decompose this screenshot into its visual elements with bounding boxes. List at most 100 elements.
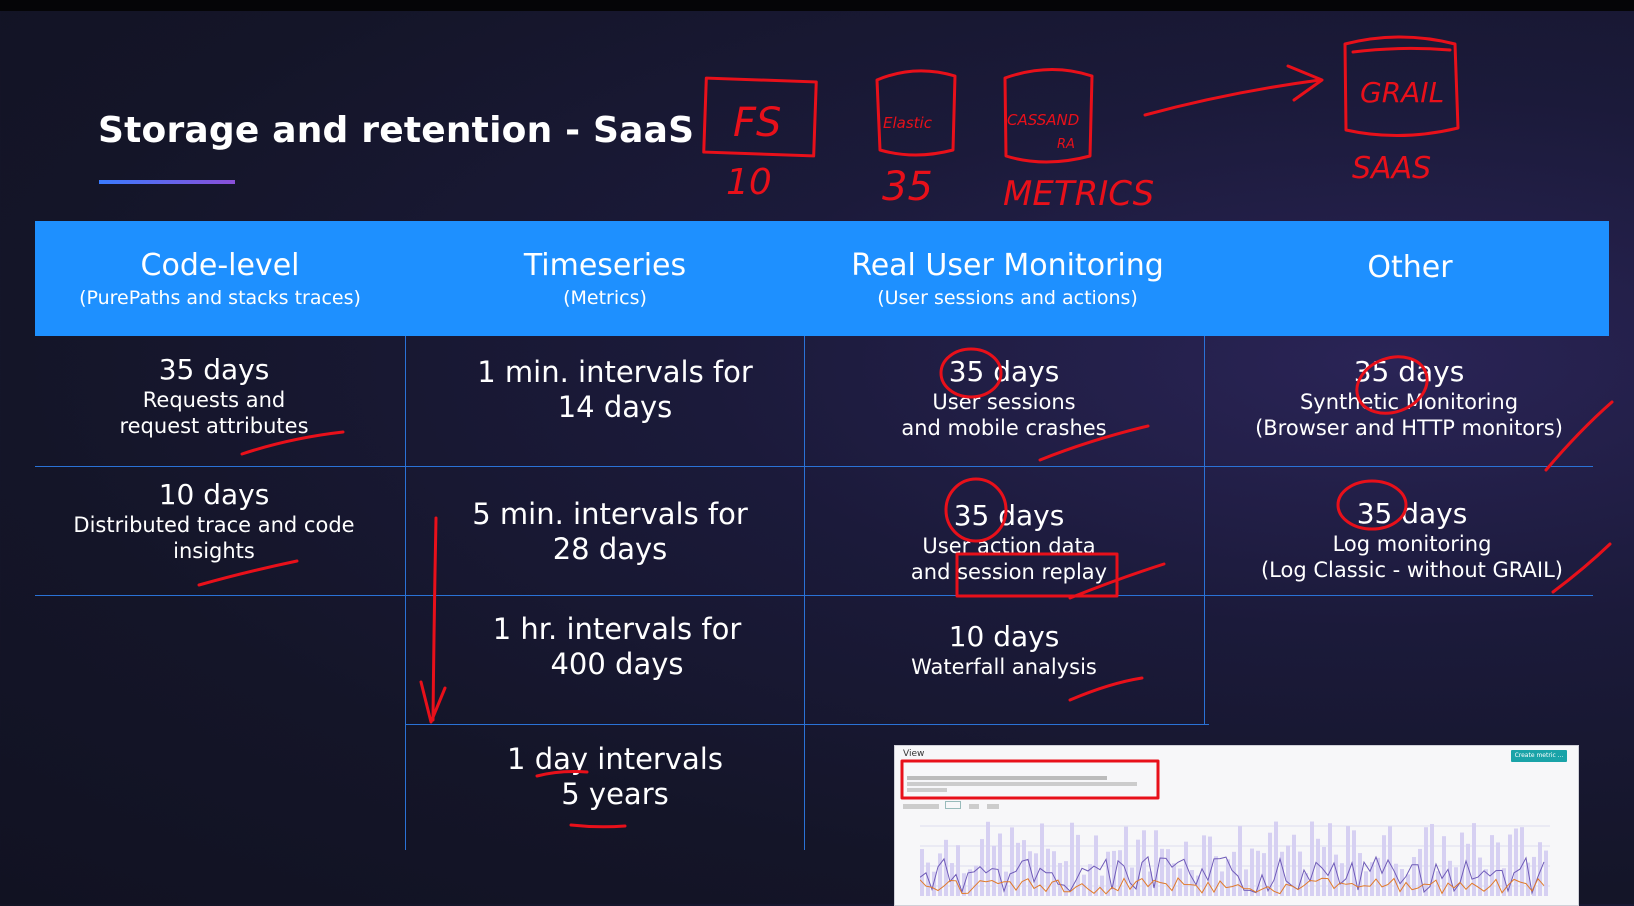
thumbnail-bar [992, 845, 996, 896]
retention-desc: Waterfall analysis [911, 655, 1097, 679]
header-code-level-title: Code-level [140, 248, 300, 283]
header-code-level: Code-level (PurePaths and stacks traces) [35, 221, 405, 336]
thumbnail-bar [1172, 863, 1176, 896]
thumbnail-bar [1412, 857, 1416, 896]
annotation-fs-number: 10 [726, 162, 772, 203]
annotation-cassandra-2: RA [1057, 137, 1075, 152]
other-cell-1: 35 days Synthetic Monitoring (Browser an… [1204, 355, 1614, 441]
thumbnail-bar [1256, 850, 1260, 896]
code-level-cell-2: 10 days Distributed trace and code insig… [35, 478, 393, 564]
thumbnail-bar [1508, 834, 1512, 896]
header-code-level-subtitle: (PurePaths and stacks traces) [79, 287, 361, 309]
interval-text: 400 days [550, 647, 684, 681]
header-other: Other [1210, 221, 1610, 336]
grid-line [405, 724, 1209, 725]
retention-days: 10 days [158, 478, 270, 511]
thumbnail-bar [1142, 830, 1146, 896]
arrow-to-grail [1143, 78, 1322, 117]
retention-desc: insights [173, 539, 255, 563]
thumbnail-bar [1160, 848, 1164, 896]
interval-text: 1 hr. intervals for [492, 612, 742, 646]
thumbnail-create-button: Create metric ... [1511, 750, 1567, 762]
rum-cell-3: 10 days Waterfall analysis [804, 620, 1204, 680]
annotation-grail: GRAIL [1360, 76, 1444, 109]
thumbnail-bar [1274, 821, 1278, 896]
interval-text: 14 days [557, 390, 673, 424]
underline [197, 559, 299, 587]
thumbnail-bar [1514, 828, 1518, 896]
thumbnail-view-label: View [903, 749, 925, 759]
retention-desc: User sessions [932, 390, 1076, 414]
top-bar [0, 0, 1634, 11]
interval-text: 5 min. intervals for [472, 497, 748, 531]
thumbnail-tabs [903, 801, 999, 811]
header-rum-subtitle: (User sessions and actions) [877, 287, 1138, 309]
timeseries-cell-4: 1 day intervals 5 years [405, 742, 825, 812]
retention-desc: Distributed trace and code [73, 513, 355, 537]
timeseries-cell-2: 5 min. intervals for 28 days [405, 497, 815, 567]
annotation-metrics: METRICS [1003, 174, 1154, 214]
thumbnail-bar [1094, 835, 1098, 896]
rum-cell-1: 35 days User sessions and mobile crashes [804, 355, 1204, 441]
thumbnail-bar [1280, 851, 1284, 896]
interval-text: 1 min. intervals for [477, 355, 753, 389]
retention-days: 35 days [1353, 355, 1465, 388]
slide-title: Storage and retention - SaaS [98, 110, 695, 151]
retention-days: 35 days [948, 355, 1060, 388]
retention-desc: (Browser and HTTP monitors) [1255, 416, 1563, 440]
thumbnail-bar [1346, 826, 1350, 896]
thumbnail-bar [1490, 835, 1494, 896]
thumbnail-bar [1166, 849, 1170, 896]
thumbnail-bar [1100, 875, 1104, 896]
interval-text: 5 years [561, 777, 669, 811]
thumbnail-info-text [907, 774, 1153, 794]
interval-text: 1 day intervals [507, 742, 723, 776]
retention-desc: and mobile crashes [901, 416, 1107, 440]
timeseries-cell-3: 1 hr. intervals for 400 days [405, 612, 829, 682]
retention-desc: User action data [922, 534, 1096, 558]
thumbnail-bar [986, 821, 990, 896]
thumbnail-chart [920, 821, 1550, 896]
embedded-screenshot: View Create metric ... [894, 745, 1579, 906]
header-rum-title: Real User Monitoring [851, 248, 1164, 283]
thumbnail-bar [1316, 838, 1320, 896]
thumbnail-bar [1004, 871, 1008, 896]
thumbnail-bar [920, 849, 924, 896]
grid-line [35, 466, 1593, 467]
thumbnail-bar [1340, 863, 1344, 896]
grid-line [35, 595, 1593, 596]
cassandra-cylinder [1003, 68, 1094, 164]
retention-desc: and session replay [910, 560, 1108, 584]
retention-desc: (Log Classic - without GRAIL) [1260, 558, 1564, 582]
thumbnail-bar [1424, 827, 1428, 896]
annotation-cassandra-1: CASSAND [1007, 111, 1079, 129]
thumbnail-bar [1022, 840, 1026, 896]
other-cell-2: 35 days Log monitoring (Log Classic - wi… [1204, 497, 1620, 583]
thumbnail-bar [1064, 861, 1068, 896]
retention-days: 35 days [953, 499, 1065, 532]
thumbnail-bar [1244, 869, 1248, 896]
header-timeseries: Timeseries (Metrics) [405, 221, 805, 336]
annotation-fs: FS [733, 100, 781, 146]
thumbnail-bar [1124, 826, 1128, 896]
thumbnail-bar [1310, 821, 1314, 896]
arrow-head [1286, 64, 1324, 102]
thumbnail-bar [1544, 850, 1548, 896]
annotation-saas: SAAS [1352, 151, 1431, 186]
thumbnail-bar [1262, 853, 1266, 896]
thumbnail-bar [998, 833, 1002, 896]
retention-desc: request attributes [119, 414, 309, 438]
header-other-title: Other [1367, 250, 1453, 285]
timeseries-cell-1: 1 min. intervals for 14 days [405, 355, 825, 425]
title-underline [99, 180, 235, 184]
header-rum: Real User Monitoring (User sessions and … [805, 221, 1210, 336]
header-timeseries-subtitle: (Metrics) [563, 287, 647, 309]
table-header: Code-level (PurePaths and stacks traces)… [35, 221, 1609, 336]
retention-days: 10 days [948, 620, 1060, 653]
retention-desc: Log monitoring [1332, 532, 1492, 556]
thumbnail-bar [1454, 867, 1458, 896]
annotation-elastic: Elastic [883, 114, 933, 132]
grail-top [1351, 46, 1452, 54]
annotation-elastic-number: 35 [882, 164, 933, 210]
rum-cell-2: 35 days User action data and session rep… [809, 499, 1209, 585]
